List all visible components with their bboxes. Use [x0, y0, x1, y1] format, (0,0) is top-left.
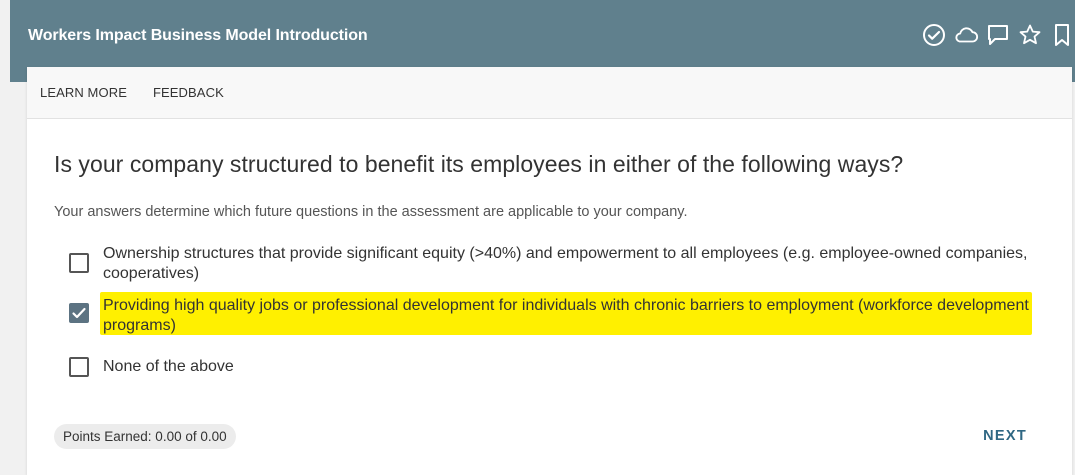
- header-actions: [921, 22, 1075, 48]
- question-subtitle: Your answers determine which future ques…: [54, 204, 688, 220]
- option-label: Providing high quality jobs or professio…: [103, 297, 1029, 334]
- option-label: None of the above: [103, 358, 234, 375]
- bookmark-icon[interactable]: [1049, 22, 1075, 48]
- option-none-of-the-above[interactable]: None of the above: [69, 357, 234, 377]
- feedback-button[interactable]: FEEDBACK: [153, 85, 224, 100]
- comment-icon[interactable]: [985, 22, 1011, 48]
- cloud-icon[interactable]: [953, 22, 979, 48]
- checkbox-checked[interactable]: [69, 303, 89, 323]
- page-title: Workers Impact Business Model Introducti…: [28, 27, 368, 44]
- assessment-card: LEARN MORE FEEDBACK Is your company stru…: [27, 67, 1072, 475]
- learn-more-button[interactable]: LEARN MORE: [40, 85, 127, 100]
- checkmark-icon: [72, 307, 86, 319]
- option-ownership-structures[interactable]: Ownership structures that provide signif…: [69, 244, 1038, 284]
- checkbox-unchecked[interactable]: [69, 357, 89, 377]
- option-workforce-development[interactable]: Providing high quality jobs or professio…: [69, 296, 1038, 336]
- question-title: Is your company structured to benefit it…: [54, 151, 904, 177]
- check-circle-icon[interactable]: [921, 22, 947, 48]
- star-icon[interactable]: [1017, 22, 1043, 48]
- option-label: Ownership structures that provide signif…: [103, 245, 1028, 282]
- points-earned-badge: Points Earned: 0.00 of 0.00: [54, 424, 236, 449]
- checkbox-unchecked[interactable]: [69, 253, 89, 273]
- next-button[interactable]: NEXT: [983, 428, 1027, 444]
- card-toolbar: LEARN MORE FEEDBACK: [27, 67, 1072, 119]
